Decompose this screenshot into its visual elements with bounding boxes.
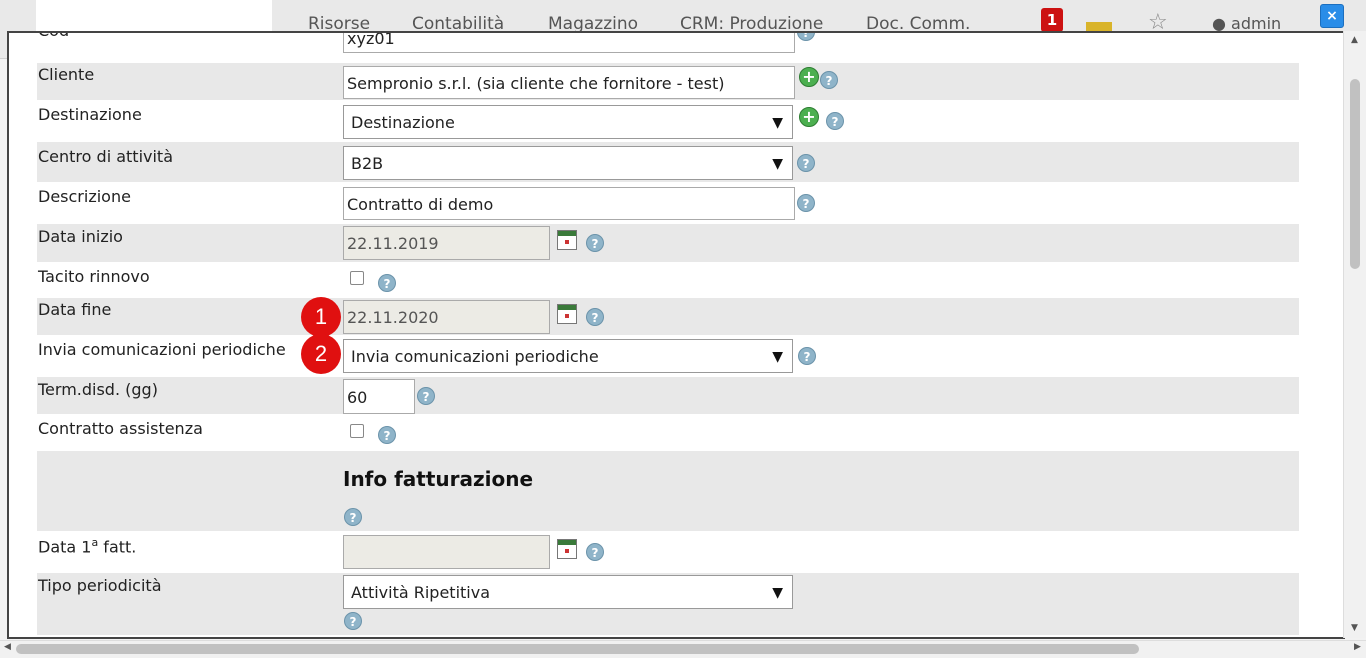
destinazione-value: Destinazione	[351, 113, 455, 132]
cliente-input[interactable]: Sempronio s.r.l. (sia cliente che fornit…	[343, 66, 795, 99]
help-icon[interactable]: ?	[797, 154, 815, 172]
calendar-icon[interactable]	[557, 230, 577, 250]
invia-comunicazioni-value: Invia comunicazioni periodiche	[351, 347, 599, 366]
label-descrizione: Descrizione	[38, 187, 131, 206]
data-inizio-input[interactable]: 22.11.2019	[343, 226, 550, 260]
section-info-fatturazione: Info fatturazione ?	[37, 451, 1299, 531]
tacito-rinnovo-checkbox[interactable]	[350, 271, 364, 285]
label-tacito-rinnovo: Tacito rinnovo	[38, 267, 150, 286]
help-icon[interactable]: ?	[820, 71, 838, 89]
help-icon[interactable]: ?	[826, 112, 844, 130]
help-icon[interactable]: ?	[344, 612, 362, 630]
row-centro-attivita: Centro di attività B2B ▼ ?	[37, 142, 1299, 182]
notification-badge[interactable]: 1	[1041, 8, 1063, 32]
invia-comunicazioni-select[interactable]: Invia comunicazioni periodiche ▼	[343, 339, 793, 373]
centro-attivita-select[interactable]: B2B ▼	[343, 146, 793, 180]
add-cliente-icon[interactable]: +	[799, 67, 819, 87]
vertical-scrollbar[interactable]: ▲ ▼	[1343, 31, 1366, 638]
step-marker-2: 2	[301, 334, 341, 374]
help-icon[interactable]: ?	[417, 387, 435, 405]
scroll-right-icon[interactable]: ▶	[1354, 642, 1361, 652]
help-icon[interactable]: ?	[344, 508, 362, 526]
help-icon[interactable]: ?	[586, 308, 604, 326]
calendar-icon[interactable]	[557, 304, 577, 324]
row-descrizione: Descrizione Contratto di demo ?	[37, 182, 1299, 222]
descrizione-input[interactable]: Contratto di demo	[343, 187, 795, 220]
cod-input[interactable]: xyz01	[343, 33, 795, 53]
help-icon[interactable]: ?	[798, 347, 816, 365]
app-logo	[36, 0, 272, 32]
destinazione-select[interactable]: Destinazione ▼	[343, 105, 793, 139]
scroll-left-icon[interactable]: ◀	[4, 642, 11, 652]
row-data-inizio: Data inizio 22.11.2019 ?	[37, 224, 1299, 262]
help-icon[interactable]: ?	[586, 234, 604, 252]
data-fine-input[interactable]: 22.11.2020	[343, 300, 550, 334]
label-data-prima-fattura: Data 1a fatt.	[38, 536, 137, 557]
label-contratto-assistenza: Contratto assistenza	[38, 419, 203, 438]
row-data-fine: Data fine 22.11.2020 ?	[37, 298, 1299, 335]
horizontal-scrollbar[interactable]: ◀ ▶	[0, 640, 1366, 658]
row-cliente: Cliente Sempronio s.r.l. (sia cliente ch…	[37, 63, 1299, 100]
label-cod: Cod	[38, 33, 69, 40]
section-title: Info fatturazione	[343, 467, 534, 491]
help-icon[interactable]: ?	[797, 33, 815, 41]
contract-form-modal: Cod xyz01 ? Cliente Sempronio s.r.l. (si…	[7, 31, 1345, 639]
label-centro-attivita: Centro di attività	[38, 147, 174, 166]
label-destinazione: Destinazione	[38, 105, 142, 124]
scroll-thumb[interactable]	[16, 644, 1139, 654]
scroll-up-icon[interactable]: ▲	[1351, 35, 1358, 45]
centro-attivita-value: B2B	[351, 154, 384, 173]
step-marker-1: 1	[301, 297, 341, 337]
label-data-inizio: Data inizio	[38, 227, 123, 246]
chevron-down-icon: ▼	[772, 156, 783, 172]
label-cliente: Cliente	[38, 65, 95, 84]
row-contratto-assistenza: Contratto assistenza ?	[37, 414, 1299, 450]
row-data-prima-fattura: Data 1a fatt. ?	[37, 531, 1299, 573]
label-data-fine: Data fine	[38, 300, 112, 319]
label-term-disd: Term.disd. (gg)	[38, 380, 158, 399]
row-destinazione: Destinazione Destinazione ▼ + ?	[37, 100, 1299, 142]
row-term-disd: Term.disd. (gg) 60 ?	[37, 377, 1299, 414]
row-cod: Cod xyz01 ?	[37, 33, 1299, 59]
scroll-down-icon[interactable]: ▼	[1351, 623, 1358, 633]
chevron-down-icon: ▼	[772, 585, 783, 601]
tipo-periodicita-select[interactable]: Attività Ripetitiva ▼	[343, 575, 793, 609]
term-disd-input[interactable]: 60	[343, 379, 415, 414]
close-modal-button[interactable]: ×	[1320, 4, 1344, 28]
scroll-thumb[interactable]	[1350, 79, 1360, 269]
data-prima-fattura-input[interactable]	[343, 535, 550, 569]
add-destinazione-icon[interactable]: +	[799, 107, 819, 127]
chevron-down-icon: ▼	[772, 115, 783, 131]
row-invia-comunicazioni: Invia comunicazioni periodiche Invia com…	[37, 335, 1299, 377]
label-tipo-periodicita: Tipo periodicità	[38, 576, 162, 595]
label-invia-comunicazioni: Invia comunicazioni periodiche	[38, 340, 286, 359]
row-tacito-rinnovo: Tacito rinnovo ?	[37, 262, 1299, 298]
row-tipo-periodicita: Tipo periodicità Attività Ripetitiva ▼ ?	[37, 573, 1299, 635]
help-icon[interactable]: ?	[378, 426, 396, 444]
help-icon[interactable]: ?	[797, 194, 815, 212]
calendar-icon[interactable]	[557, 539, 577, 559]
tipo-periodicita-value: Attività Ripetitiva	[351, 583, 491, 602]
help-icon[interactable]: ?	[378, 274, 396, 292]
contratto-assistenza-checkbox[interactable]	[350, 424, 364, 438]
chevron-down-icon: ▼	[772, 349, 783, 365]
help-icon[interactable]: ?	[586, 543, 604, 561]
